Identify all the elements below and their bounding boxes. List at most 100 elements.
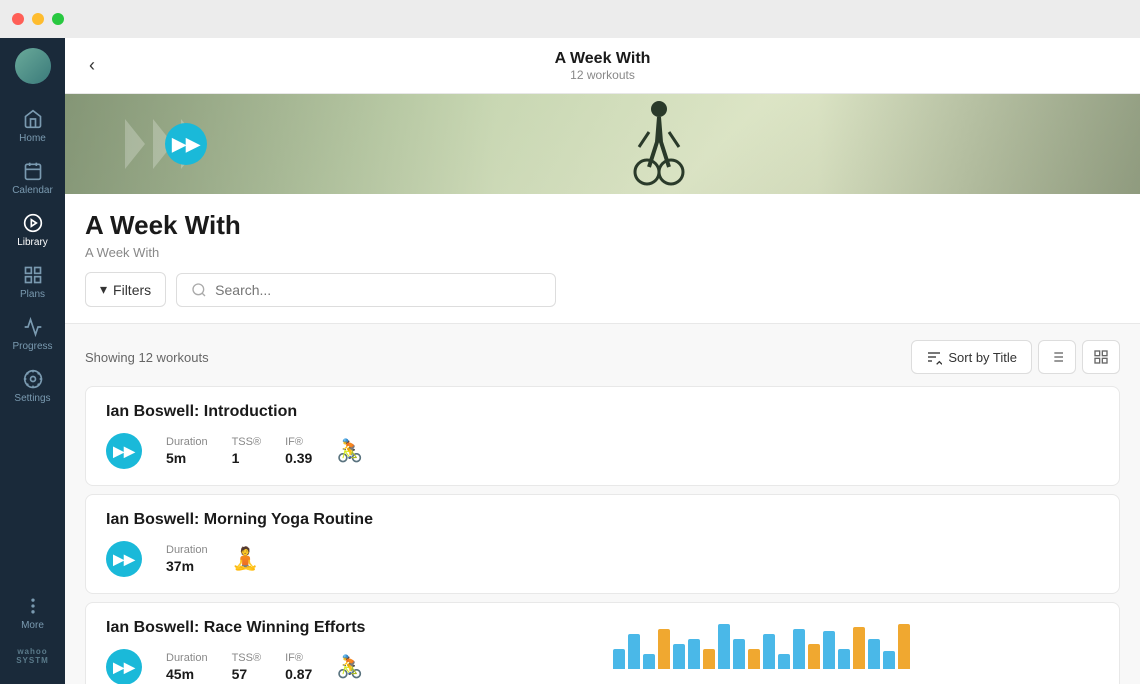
sort-button[interactable]: Sort by Title xyxy=(911,340,1032,374)
filter-bar: ▾ Filters xyxy=(85,272,1120,311)
chart-bar xyxy=(613,649,625,669)
grid-view-button[interactable] xyxy=(1082,340,1120,374)
search-input[interactable] xyxy=(215,282,541,298)
search-icon xyxy=(191,282,207,298)
content-area[interactable]: A Week With A Week With ▾ Filters xyxy=(65,194,1140,684)
sidebar-progress-label: Progress xyxy=(12,341,52,352)
avatar[interactable] xyxy=(15,48,51,84)
minimize-button[interactable] xyxy=(32,13,44,25)
sidebar: Home Calendar Library xyxy=(0,38,65,684)
hero-cyclist xyxy=(629,94,689,194)
chart-bar xyxy=(808,644,820,669)
maximize-button[interactable] xyxy=(52,13,64,25)
sidebar-item-library[interactable]: Library xyxy=(0,204,65,256)
chart-bar xyxy=(703,649,715,669)
app-container: Home Calendar Library xyxy=(0,38,1140,684)
chart-bar xyxy=(658,629,670,669)
workout-list-section: Showing 12 workouts So xyxy=(65,324,1140,684)
sidebar-item-home[interactable]: Home xyxy=(0,100,65,152)
chart-bar xyxy=(673,644,685,669)
chart-bar xyxy=(868,639,880,669)
header-title-group: A Week With 12 workouts xyxy=(555,50,651,82)
workout-type-icon: 🚴 xyxy=(336,438,363,464)
chart-bar xyxy=(838,649,850,669)
chart-bar xyxy=(733,639,745,669)
chart-bar xyxy=(898,624,910,669)
page-title: A Week With xyxy=(85,210,1120,241)
workout-title: Ian Boswell: Introduction xyxy=(106,403,1099,421)
home-icon xyxy=(22,108,44,130)
back-button[interactable]: ‹ xyxy=(81,51,103,80)
sidebar-more-label: More xyxy=(21,620,44,631)
sidebar-item-progress[interactable]: Progress xyxy=(0,308,65,360)
sort-icon xyxy=(926,349,942,365)
sidebar-library-label: Library xyxy=(17,237,48,248)
sidebar-item-more[interactable]: More xyxy=(0,587,65,639)
chart-bar xyxy=(628,634,640,669)
chart-bar xyxy=(778,654,790,669)
hero-banner: ▶▶ xyxy=(65,94,1140,194)
workout-card[interactable]: Ian Boswell: Morning Yoga Routine ▶▶ Dur… xyxy=(85,494,1120,594)
main-content: ‹ A Week With 12 workouts xyxy=(65,38,1140,684)
workout-card[interactable]: Ian Boswell: Race Winning Efforts ▶▶ Dur… xyxy=(85,602,1120,684)
chevron-down-icon: ▾ xyxy=(100,281,107,298)
workout-stat-if: IF® 0.39 xyxy=(285,436,312,466)
more-icon xyxy=(22,595,44,617)
workout-stat-tss: TSS® 57 xyxy=(232,652,262,682)
workout-icon-badge: ▶▶ xyxy=(106,433,142,469)
showing-label: Showing 12 workouts xyxy=(85,350,209,365)
workout-type-icon: 🚴 xyxy=(336,654,363,680)
workout-card[interactable]: Ian Boswell: Introduction ▶▶ Duration 5m… xyxy=(85,386,1120,486)
chart-bar xyxy=(853,627,865,669)
hero-overlay xyxy=(65,94,1140,194)
workout-icon-badge: ▶▶ xyxy=(106,541,142,577)
search-container xyxy=(176,273,556,307)
workout-stat-if: IF® 0.87 xyxy=(285,652,312,682)
close-button[interactable] xyxy=(12,13,24,25)
chart-bar xyxy=(748,649,760,669)
plans-icon xyxy=(22,264,44,286)
settings-icon xyxy=(22,368,44,390)
workout-details: ▶▶ Duration 5m TSS® 1 IF® 0.39 xyxy=(106,433,1099,469)
workout-stat-duration: Duration 45m xyxy=(166,652,208,682)
calendar-icon xyxy=(22,160,44,182)
list-toolbar: Showing 12 workouts So xyxy=(85,340,1120,374)
chart-bar xyxy=(643,654,655,669)
hero-badge: ▶▶ xyxy=(165,123,207,165)
sidebar-home-label: Home xyxy=(19,133,46,144)
sidebar-calendar-label: Calendar xyxy=(12,185,53,196)
chart-bar xyxy=(793,629,805,669)
workout-title: Ian Boswell: Race Winning Efforts xyxy=(106,619,593,637)
chart-bar xyxy=(718,624,730,669)
progress-icon xyxy=(22,316,44,338)
sidebar-item-settings[interactable]: Settings xyxy=(0,360,65,412)
workout-stat-tss: TSS® 1 xyxy=(232,436,262,466)
workout-details: ▶▶ Duration 37m 🧘 xyxy=(106,541,1099,577)
workout-icon-badge: ▶▶ xyxy=(106,649,142,684)
chart-bar xyxy=(763,634,775,669)
workout-stat-duration: Duration 5m xyxy=(166,436,208,466)
filters-button[interactable]: ▾ Filters xyxy=(85,272,166,307)
header-subtitle: 12 workouts xyxy=(555,68,651,82)
sidebar-item-plans[interactable]: Plans xyxy=(0,256,65,308)
workout-card-left: Ian Boswell: Race Winning Efforts ▶▶ Dur… xyxy=(106,619,593,684)
page-header: ‹ A Week With 12 workouts xyxy=(65,38,1140,94)
breadcrumb: A Week With xyxy=(85,245,1120,260)
chart-bar xyxy=(883,651,895,669)
workout-title: Ian Boswell: Morning Yoga Routine xyxy=(106,511,1099,529)
wahoo-logo: wahoo SYSTM xyxy=(16,639,49,674)
workout-details: ▶▶ Duration 45m TSS® 57 IF® 0 xyxy=(106,649,593,684)
library-icon xyxy=(22,212,44,234)
sidebar-plans-label: Plans xyxy=(20,289,45,300)
content-header: A Week With A Week With ▾ Filters xyxy=(65,194,1140,324)
chart-bar xyxy=(688,639,700,669)
yoga-icon: 🧘 xyxy=(232,546,259,572)
filters-label: Filters xyxy=(113,282,151,298)
workout-chart xyxy=(613,619,1100,669)
workout-stat-duration: Duration 37m xyxy=(166,544,208,574)
chart-bar xyxy=(823,631,835,669)
window-chrome xyxy=(0,0,1140,38)
header-title: A Week With xyxy=(555,50,651,68)
sidebar-item-calendar[interactable]: Calendar xyxy=(0,152,65,204)
list-view-button[interactable] xyxy=(1038,340,1076,374)
